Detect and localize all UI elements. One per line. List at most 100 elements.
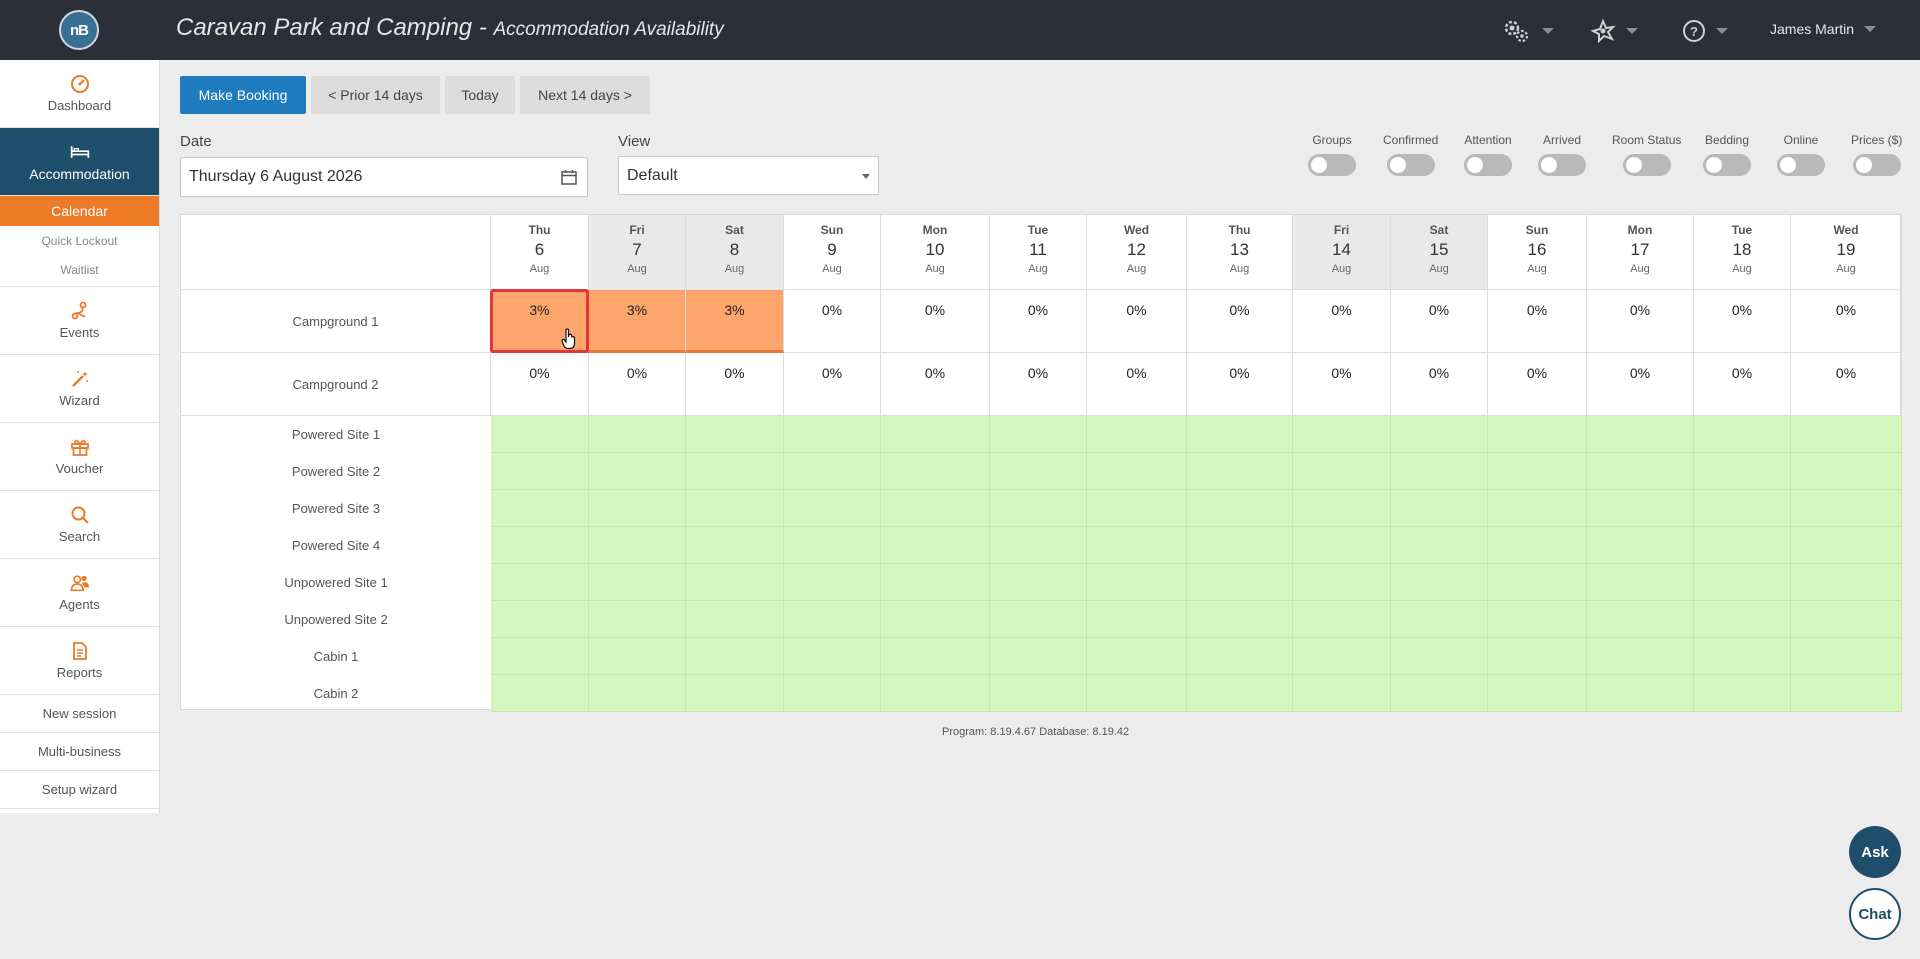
occupancy-cell[interactable]: 0% <box>1391 353 1488 416</box>
availability-cell[interactable] <box>1391 453 1488 490</box>
bedding-toggle[interactable] <box>1703 154 1751 176</box>
sidebar-item-dashboard[interactable]: Dashboard <box>0 60 159 128</box>
toggle-attention[interactable]: Attention <box>1464 133 1512 176</box>
sidebar-subitem-quick-lockout[interactable]: Quick Lockout <box>0 226 159 255</box>
availability-cell[interactable] <box>1087 675 1187 712</box>
availability-cell[interactable] <box>881 564 990 601</box>
sidebar-item-reports[interactable]: Reports <box>0 627 159 695</box>
occupancy-cell[interactable]: 0% <box>1587 353 1694 416</box>
availability-cell[interactable] <box>990 601 1087 638</box>
availability-cell[interactable] <box>990 416 1087 453</box>
tools-menu[interactable] <box>1590 18 1638 44</box>
sidebar-item-events[interactable]: Events <box>0 287 159 355</box>
availability-cell[interactable] <box>686 453 784 490</box>
availability-cell[interactable] <box>990 675 1087 712</box>
availability-cell[interactable] <box>1293 490 1391 527</box>
availability-cell[interactable] <box>589 638 686 675</box>
availability-cell[interactable] <box>589 490 686 527</box>
availability-cell[interactable] <box>491 601 589 638</box>
availability-cell[interactable] <box>686 601 784 638</box>
availability-cell[interactable] <box>881 527 990 564</box>
toggle-online[interactable]: Online <box>1777 133 1825 176</box>
availability-cell[interactable] <box>1587 453 1694 490</box>
occupancy-cell[interactable]: 0% <box>686 353 784 416</box>
occupancy-cell[interactable]: 0% <box>1587 290 1694 353</box>
occupancy-cell[interactable]: 0% <box>491 353 589 416</box>
availability-cell[interactable] <box>784 601 881 638</box>
occupancy-cell[interactable]: 0% <box>784 353 881 416</box>
prior-14-days-button[interactable]: < Prior 14 days <box>311 76 440 114</box>
availability-cell[interactable] <box>1087 453 1187 490</box>
occupancy-cell[interactable]: 0% <box>990 353 1087 416</box>
logo[interactable]: nB <box>59 10 99 50</box>
sidebar-item-agents[interactable]: Agents <box>0 559 159 627</box>
availability-cell[interactable] <box>881 416 990 453</box>
availability-cell[interactable] <box>686 490 784 527</box>
availability-cell[interactable] <box>1488 416 1587 453</box>
availability-cell[interactable] <box>1488 453 1587 490</box>
attention-toggle[interactable] <box>1464 154 1512 176</box>
availability-cell[interactable] <box>1791 527 1902 564</box>
availability-cell[interactable] <box>686 638 784 675</box>
availability-cell[interactable] <box>1791 601 1902 638</box>
ask-button[interactable]: Ask <box>1849 826 1901 878</box>
availability-cell[interactable] <box>1488 490 1587 527</box>
availability-cell[interactable] <box>491 453 589 490</box>
next-14-days-button[interactable]: Next 14 days > <box>520 76 650 114</box>
availability-cell[interactable] <box>589 601 686 638</box>
availability-cell[interactable] <box>1694 564 1791 601</box>
availability-cell[interactable] <box>1087 527 1187 564</box>
availability-cell[interactable] <box>589 416 686 453</box>
availability-cell[interactable] <box>589 564 686 601</box>
availability-cell[interactable] <box>784 564 881 601</box>
occupancy-cell[interactable]: 0% <box>1694 353 1791 416</box>
toggle-arrived[interactable]: Arrived <box>1538 133 1586 176</box>
sidebar-item-wizard[interactable]: Wizard <box>0 355 159 423</box>
availability-cell[interactable] <box>1694 527 1791 564</box>
occupancy-cell[interactable]: 0% <box>1087 290 1187 353</box>
availability-cell[interactable] <box>881 490 990 527</box>
occupancy-cell[interactable]: 0% <box>1791 290 1902 353</box>
sidebar-subitem-calendar[interactable]: Calendar <box>0 196 159 226</box>
availability-cell[interactable] <box>1187 527 1293 564</box>
availability-cell[interactable] <box>990 564 1087 601</box>
availability-cell[interactable] <box>1694 416 1791 453</box>
availability-cell[interactable] <box>1187 601 1293 638</box>
toggle-confirmed[interactable]: Confirmed <box>1383 133 1438 176</box>
availability-cell[interactable] <box>1087 490 1187 527</box>
availability-cell[interactable] <box>1791 490 1902 527</box>
availability-cell[interactable] <box>1694 490 1791 527</box>
availability-cell[interactable] <box>1694 638 1791 675</box>
availability-cell[interactable] <box>1293 564 1391 601</box>
room-status-toggle[interactable] <box>1622 154 1671 176</box>
availability-cell[interactable] <box>1488 638 1587 675</box>
availability-cell[interactable] <box>1488 675 1587 712</box>
availability-cell[interactable] <box>686 675 784 712</box>
availability-cell[interactable] <box>1694 453 1791 490</box>
calendar-icon[interactable] <box>561 169 577 185</box>
availability-cell[interactable] <box>686 416 784 453</box>
date-picker[interactable]: Thursday 6 August 2026 <box>180 157 588 197</box>
availability-cell[interactable] <box>491 564 589 601</box>
availability-cell[interactable] <box>1391 527 1488 564</box>
help-menu[interactable]: ? <box>1682 18 1728 44</box>
availability-cell[interactable] <box>491 416 589 453</box>
availability-cell[interactable] <box>1391 675 1488 712</box>
user-menu[interactable]: James Martin <box>1770 21 1877 37</box>
availability-cell[interactable] <box>491 675 589 712</box>
availability-cell[interactable] <box>589 453 686 490</box>
availability-cell[interactable] <box>1087 638 1187 675</box>
occupancy-cell[interactable]: 0% <box>1187 353 1293 416</box>
availability-cell[interactable] <box>881 675 990 712</box>
availability-cell[interactable] <box>686 564 784 601</box>
availability-cell[interactable] <box>1488 564 1587 601</box>
availability-cell[interactable] <box>1391 601 1488 638</box>
availability-cell[interactable] <box>1187 416 1293 453</box>
occupancy-cell[interactable]: 0% <box>589 353 686 416</box>
occupancy-cell[interactable]: 3% <box>589 290 686 353</box>
availability-cell[interactable] <box>1087 564 1187 601</box>
availability-cell[interactable] <box>1293 527 1391 564</box>
availability-cell[interactable] <box>1694 675 1791 712</box>
availability-cell[interactable] <box>784 675 881 712</box>
availability-cell[interactable] <box>1293 675 1391 712</box>
